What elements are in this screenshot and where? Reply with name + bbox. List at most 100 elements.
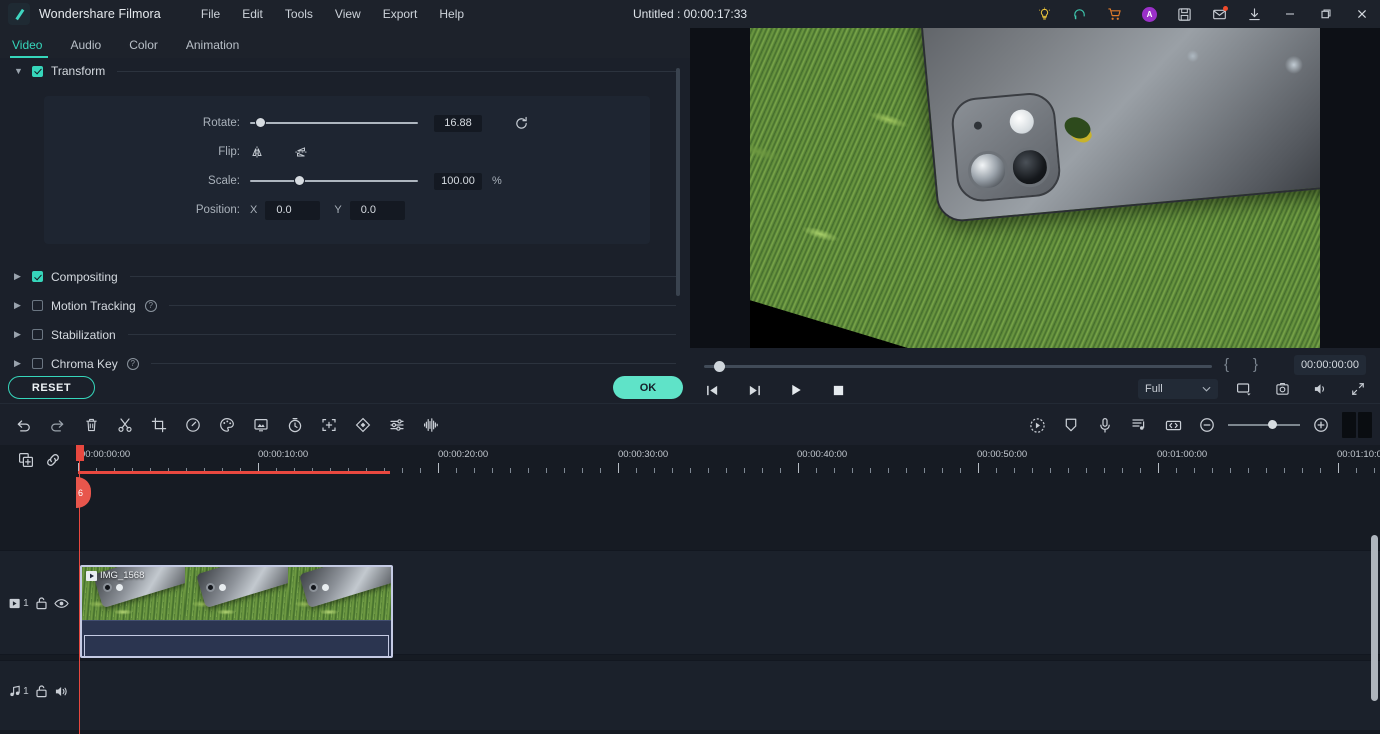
section-stabilization[interactable]: ▶ Stabilization	[0, 320, 690, 349]
picture-in-picture-icon[interactable]	[1232, 379, 1256, 399]
green-screen-icon[interactable]	[248, 412, 274, 438]
section-motion-tracking[interactable]: ▶ Motion Tracking ?	[0, 291, 690, 320]
previous-frame-button[interactable]	[700, 380, 724, 400]
chevron-right-icon[interactable]: ▶	[14, 358, 24, 369]
unlock-icon[interactable]	[35, 684, 48, 698]
position-y-field[interactable]: 0.0	[349, 200, 405, 220]
playhead-handle[interactable]	[76, 445, 84, 461]
zoom-in-icon[interactable]	[1308, 412, 1334, 438]
add-track-icon[interactable]	[18, 452, 34, 468]
mark-out-brace-icon[interactable]: }	[1253, 356, 1258, 373]
properties-scrollbar[interactable]	[676, 68, 680, 296]
split-scissors-icon[interactable]	[112, 412, 138, 438]
support-headset-icon[interactable]	[1062, 0, 1097, 28]
chevron-right-icon[interactable]: ▶	[14, 300, 24, 311]
fit-timeline-icon[interactable]	[1160, 412, 1186, 438]
rotate-reset-icon[interactable]	[514, 116, 529, 131]
preview-player[interactable]	[690, 28, 1380, 348]
zoom-out-icon[interactable]	[1194, 412, 1220, 438]
audio-mixer-icon[interactable]	[384, 412, 410, 438]
render-preview-icon[interactable]	[1024, 412, 1050, 438]
rotate-value-field[interactable]: 16.88	[434, 114, 482, 132]
undo-icon[interactable]	[10, 412, 36, 438]
tips-lightbulb-icon[interactable]	[1027, 0, 1062, 28]
shopping-cart-icon[interactable]	[1097, 0, 1132, 28]
position-x-field[interactable]: 0.0	[265, 200, 321, 220]
motion-tracking-checkbox[interactable]	[32, 300, 43, 311]
redo-icon[interactable]	[44, 412, 70, 438]
menu-view[interactable]: View	[325, 3, 371, 25]
timeline-vertical-scrollbar[interactable]	[1371, 535, 1378, 701]
mark-in-brace-icon[interactable]: {	[1224, 356, 1229, 373]
rotate-slider-knob[interactable]	[256, 118, 265, 127]
chevron-right-icon[interactable]: ▶	[14, 329, 24, 340]
audio-track-1[interactable]	[0, 660, 1380, 730]
crop-icon[interactable]	[146, 412, 172, 438]
transform-checkbox[interactable]	[32, 65, 43, 77]
properties-footer: RESET OK	[0, 373, 690, 403]
help-icon[interactable]: ?	[126, 357, 139, 370]
speed-icon[interactable]	[180, 412, 206, 438]
marker-icon[interactable]	[1058, 412, 1084, 438]
volume-icon[interactable]	[1308, 379, 1332, 399]
scale-slider-knob[interactable]	[295, 176, 304, 185]
ok-button[interactable]: OK	[613, 376, 683, 399]
chevron-right-icon[interactable]: ▶	[14, 271, 24, 282]
minimize-button[interactable]	[1272, 0, 1308, 28]
snapshot-camera-icon[interactable]	[1270, 379, 1294, 399]
play-button[interactable]	[784, 380, 808, 400]
flip-vertical-icon[interactable]	[294, 145, 308, 159]
close-button[interactable]	[1344, 0, 1380, 28]
stabilization-checkbox[interactable]	[32, 329, 43, 340]
timeline-ruler[interactable]: 00:00:00:00 00:00:10:00 00:00:20:00 00:0…	[78, 445, 1380, 475]
keyframe-icon[interactable]	[350, 412, 376, 438]
speaker-icon[interactable]	[54, 685, 69, 698]
inbox-mail-icon[interactable]	[1202, 0, 1237, 28]
save-project-icon[interactable]	[1167, 0, 1202, 28]
reset-button[interactable]: RESET	[8, 376, 95, 399]
section-compositing[interactable]: ▶ Compositing	[0, 262, 690, 291]
tab-video[interactable]: Video	[10, 38, 54, 58]
tab-color[interactable]: Color	[127, 38, 170, 58]
download-icon[interactable]	[1237, 0, 1272, 28]
menu-file[interactable]: File	[191, 3, 230, 25]
help-icon[interactable]: ?	[144, 299, 157, 312]
scale-value-field[interactable]: 100.00	[434, 172, 482, 190]
flip-horizontal-icon[interactable]	[250, 145, 264, 159]
menu-help[interactable]: Help	[429, 3, 474, 25]
menu-export[interactable]: Export	[373, 3, 428, 25]
timeline-clip[interactable]: IMG_1568	[80, 565, 393, 658]
fullscreen-icon[interactable]	[1346, 379, 1370, 399]
scale-slider[interactable]	[250, 174, 418, 188]
timer-icon[interactable]	[282, 412, 308, 438]
audio-track-number: 1	[23, 685, 29, 697]
playback-quality-select[interactable]: Full	[1138, 379, 1218, 399]
timeline-zoom-slider[interactable]	[1228, 414, 1300, 436]
tab-audio[interactable]: Audio	[68, 38, 113, 58]
link-clips-icon[interactable]	[45, 452, 61, 468]
next-frame-button[interactable]	[742, 380, 766, 400]
menu-tools[interactable]: Tools	[275, 3, 323, 25]
chevron-down-icon[interactable]: ▼	[14, 66, 24, 76]
stop-button[interactable]	[826, 380, 850, 400]
menu-edit[interactable]: Edit	[232, 3, 273, 25]
voiceover-mic-icon[interactable]	[1092, 412, 1118, 438]
eye-icon[interactable]	[54, 598, 69, 609]
compositing-checkbox[interactable]	[32, 271, 43, 282]
progress-knob[interactable]	[714, 361, 725, 372]
delete-icon[interactable]	[78, 412, 104, 438]
section-transform[interactable]: ▼ Transform	[0, 58, 690, 84]
tab-animation[interactable]: Animation	[184, 38, 251, 58]
player-options: Full	[1138, 379, 1370, 399]
audio-waveform-icon[interactable]	[418, 412, 444, 438]
user-avatar[interactable]: A	[1132, 0, 1167, 28]
maximize-button[interactable]	[1308, 0, 1344, 28]
zoom-slider-knob[interactable]	[1268, 420, 1277, 429]
detach-audio-icon[interactable]	[1126, 412, 1152, 438]
unlock-icon[interactable]	[35, 596, 48, 610]
chroma-key-checkbox[interactable]	[32, 358, 43, 369]
auto-reframe-icon[interactable]	[316, 412, 342, 438]
playback-progress-slider[interactable]	[704, 360, 1212, 372]
color-palette-icon[interactable]	[214, 412, 240, 438]
rotate-slider[interactable]	[250, 116, 418, 130]
